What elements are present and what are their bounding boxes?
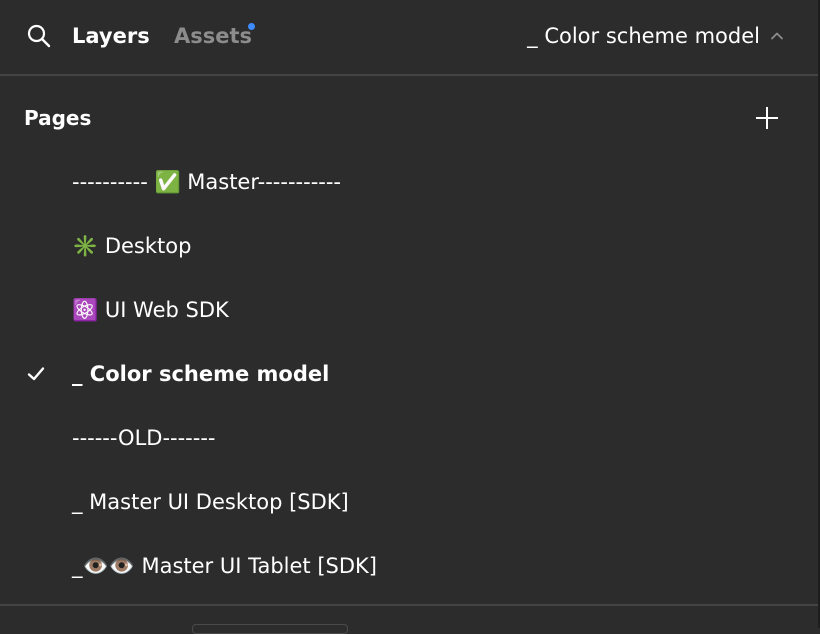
pages-section-title: Pages — [24, 106, 92, 130]
page-item-master-ui-tablet[interactable]: _👁️👁️ Master UI Tablet [SDK] — [0, 534, 818, 598]
notification-dot — [248, 23, 255, 30]
page-item-color-scheme-model[interactable]: _ Color scheme model — [0, 342, 818, 406]
plus-icon — [756, 107, 778, 129]
checkmark-icon — [27, 367, 45, 381]
page-item-ui-web-sdk[interactable]: ⚛️ UI Web SDK — [0, 278, 818, 342]
page-list: ---------- ✅ Master----------- ✳️ Deskto… — [0, 150, 818, 598]
search-button[interactable] — [26, 23, 52, 49]
page-item-old-separator[interactable]: ------OLD------- — [0, 406, 818, 470]
search-icon — [27, 24, 51, 48]
page-item-label: _ Color scheme model — [72, 362, 330, 386]
page-item-label: _👁️👁️ Master UI Tablet [SDK] — [72, 554, 377, 578]
resize-handle[interactable] — [192, 624, 348, 634]
bottom-divider — [0, 604, 818, 606]
page-item-label: ✳️ Desktop — [72, 234, 192, 258]
page-item-label: ---------- ✅ Master----------- — [72, 170, 342, 194]
page-item-label: _ Master UI Desktop [SDK] — [72, 490, 349, 514]
current-page-dropdown[interactable]: _ Color scheme model — [527, 22, 784, 50]
page-item-desktop[interactable]: ✳️ Desktop — [0, 214, 818, 278]
add-page-button[interactable] — [754, 105, 780, 131]
tab-assets[interactable]: Assets — [174, 22, 252, 50]
page-item-master-ui-desktop[interactable]: _ Master UI Desktop [SDK] — [0, 470, 818, 534]
tab-layers[interactable]: Layers — [72, 22, 150, 50]
page-item-label: ------OLD------- — [72, 426, 216, 450]
page-item-master-separator[interactable]: ---------- ✅ Master----------- — [0, 150, 818, 214]
panel-header: Layers Assets _ Color scheme model — [0, 0, 818, 76]
page-item-label: ⚛️ UI Web SDK — [72, 298, 229, 322]
chevron-up-icon — [771, 32, 783, 40]
layers-panel: Layers Assets _ Color scheme model Pages… — [0, 0, 820, 634]
current-page-label: _ Color scheme model — [527, 24, 760, 48]
